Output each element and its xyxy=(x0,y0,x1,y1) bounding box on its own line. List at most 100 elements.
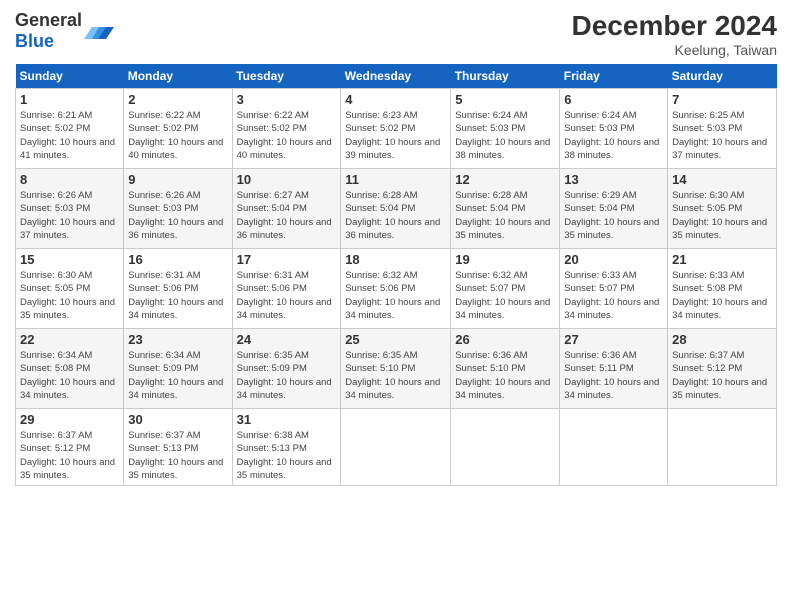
table-row: 13 Sunrise: 6:29 AMSunset: 5:04 PMDaylig… xyxy=(560,169,668,249)
day-info: Sunrise: 6:26 AMSunset: 5:03 PMDaylight:… xyxy=(20,190,115,241)
day-info: Sunrise: 6:37 AMSunset: 5:12 PMDaylight:… xyxy=(672,350,767,401)
day-number: 9 xyxy=(128,172,227,187)
table-row: 3 Sunrise: 6:22 AMSunset: 5:02 PMDayligh… xyxy=(232,89,341,169)
table-row: 1 Sunrise: 6:21 AMSunset: 5:02 PMDayligh… xyxy=(16,89,124,169)
day-info: Sunrise: 6:34 AMSunset: 5:09 PMDaylight:… xyxy=(128,350,223,401)
day-info: Sunrise: 6:35 AMSunset: 5:10 PMDaylight:… xyxy=(345,350,440,401)
day-info: Sunrise: 6:33 AMSunset: 5:07 PMDaylight:… xyxy=(564,270,659,321)
day-info: Sunrise: 6:30 AMSunset: 5:05 PMDaylight:… xyxy=(20,270,115,321)
day-info: Sunrise: 6:33 AMSunset: 5:08 PMDaylight:… xyxy=(672,270,767,321)
calendar-table: Sunday Monday Tuesday Wednesday Thursday… xyxy=(15,64,777,486)
day-number: 8 xyxy=(20,172,119,187)
day-number: 26 xyxy=(455,332,555,347)
day-info: Sunrise: 6:32 AMSunset: 5:06 PMDaylight:… xyxy=(345,270,440,321)
logo-text: General Blue xyxy=(15,10,82,52)
logo-icon xyxy=(84,19,114,43)
day-number: 14 xyxy=(672,172,772,187)
day-number: 3 xyxy=(237,92,337,107)
title-block: December 2024 Keelung, Taiwan xyxy=(572,10,777,58)
table-row: 21 Sunrise: 6:33 AMSunset: 5:08 PMDaylig… xyxy=(668,249,777,329)
day-info: Sunrise: 6:37 AMSunset: 5:13 PMDaylight:… xyxy=(128,430,223,481)
calendar-header-row: Sunday Monday Tuesday Wednesday Thursday… xyxy=(16,64,777,89)
table-row xyxy=(560,409,668,486)
day-number: 10 xyxy=(237,172,337,187)
table-row: 28 Sunrise: 6:37 AMSunset: 5:12 PMDaylig… xyxy=(668,329,777,409)
day-info: Sunrise: 6:28 AMSunset: 5:04 PMDaylight:… xyxy=(455,190,550,241)
day-number: 5 xyxy=(455,92,555,107)
day-number: 25 xyxy=(345,332,446,347)
table-row: 10 Sunrise: 6:27 AMSunset: 5:04 PMDaylig… xyxy=(232,169,341,249)
day-number: 23 xyxy=(128,332,227,347)
table-row: 5 Sunrise: 6:24 AMSunset: 5:03 PMDayligh… xyxy=(451,89,560,169)
day-info: Sunrise: 6:24 AMSunset: 5:03 PMDaylight:… xyxy=(455,110,550,161)
day-info: Sunrise: 6:26 AMSunset: 5:03 PMDaylight:… xyxy=(128,190,223,241)
table-row: 9 Sunrise: 6:26 AMSunset: 5:03 PMDayligh… xyxy=(124,169,232,249)
day-number: 2 xyxy=(128,92,227,107)
day-number: 30 xyxy=(128,412,227,427)
day-number: 28 xyxy=(672,332,772,347)
table-row: 25 Sunrise: 6:35 AMSunset: 5:10 PMDaylig… xyxy=(341,329,451,409)
day-info: Sunrise: 6:25 AMSunset: 5:03 PMDaylight:… xyxy=(672,110,767,161)
header-wednesday: Wednesday xyxy=(341,64,451,89)
day-number: 20 xyxy=(564,252,663,267)
header-thursday: Thursday xyxy=(451,64,560,89)
day-info: Sunrise: 6:36 AMSunset: 5:10 PMDaylight:… xyxy=(455,350,550,401)
calendar-container: General Blue December 2024 Keelung, Taiw… xyxy=(0,0,792,496)
table-row: 24 Sunrise: 6:35 AMSunset: 5:09 PMDaylig… xyxy=(232,329,341,409)
table-row: 12 Sunrise: 6:28 AMSunset: 5:04 PMDaylig… xyxy=(451,169,560,249)
day-info: Sunrise: 6:35 AMSunset: 5:09 PMDaylight:… xyxy=(237,350,332,401)
day-info: Sunrise: 6:38 AMSunset: 5:13 PMDaylight:… xyxy=(237,430,332,481)
table-row: 4 Sunrise: 6:23 AMSunset: 5:02 PMDayligh… xyxy=(341,89,451,169)
table-row: 18 Sunrise: 6:32 AMSunset: 5:06 PMDaylig… xyxy=(341,249,451,329)
day-number: 31 xyxy=(237,412,337,427)
table-row xyxy=(341,409,451,486)
header: General Blue December 2024 Keelung, Taiw… xyxy=(15,10,777,58)
table-row: 20 Sunrise: 6:33 AMSunset: 5:07 PMDaylig… xyxy=(560,249,668,329)
table-row: 2 Sunrise: 6:22 AMSunset: 5:02 PMDayligh… xyxy=(124,89,232,169)
day-info: Sunrise: 6:31 AMSunset: 5:06 PMDaylight:… xyxy=(128,270,223,321)
day-number: 7 xyxy=(672,92,772,107)
day-info: Sunrise: 6:36 AMSunset: 5:11 PMDaylight:… xyxy=(564,350,659,401)
table-row: 8 Sunrise: 6:26 AMSunset: 5:03 PMDayligh… xyxy=(16,169,124,249)
location: Keelung, Taiwan xyxy=(572,42,777,58)
day-number: 27 xyxy=(564,332,663,347)
day-info: Sunrise: 6:24 AMSunset: 5:03 PMDaylight:… xyxy=(564,110,659,161)
day-info: Sunrise: 6:23 AMSunset: 5:02 PMDaylight:… xyxy=(345,110,440,161)
table-row: 14 Sunrise: 6:30 AMSunset: 5:05 PMDaylig… xyxy=(668,169,777,249)
header-tuesday: Tuesday xyxy=(232,64,341,89)
table-row: 30 Sunrise: 6:37 AMSunset: 5:13 PMDaylig… xyxy=(124,409,232,486)
table-row: 23 Sunrise: 6:34 AMSunset: 5:09 PMDaylig… xyxy=(124,329,232,409)
day-number: 11 xyxy=(345,172,446,187)
day-number: 24 xyxy=(237,332,337,347)
day-number: 1 xyxy=(20,92,119,107)
day-number: 4 xyxy=(345,92,446,107)
day-info: Sunrise: 6:21 AMSunset: 5:02 PMDaylight:… xyxy=(20,110,115,161)
day-number: 17 xyxy=(237,252,337,267)
day-number: 19 xyxy=(455,252,555,267)
table-row: 26 Sunrise: 6:36 AMSunset: 5:10 PMDaylig… xyxy=(451,329,560,409)
table-row xyxy=(451,409,560,486)
header-sunday: Sunday xyxy=(16,64,124,89)
table-row: 22 Sunrise: 6:34 AMSunset: 5:08 PMDaylig… xyxy=(16,329,124,409)
month-title: December 2024 xyxy=(572,10,777,42)
day-number: 6 xyxy=(564,92,663,107)
table-row: 7 Sunrise: 6:25 AMSunset: 5:03 PMDayligh… xyxy=(668,89,777,169)
table-row xyxy=(668,409,777,486)
day-number: 22 xyxy=(20,332,119,347)
table-row: 27 Sunrise: 6:36 AMSunset: 5:11 PMDaylig… xyxy=(560,329,668,409)
table-row: 15 Sunrise: 6:30 AMSunset: 5:05 PMDaylig… xyxy=(16,249,124,329)
header-saturday: Saturday xyxy=(668,64,777,89)
day-number: 18 xyxy=(345,252,446,267)
day-info: Sunrise: 6:32 AMSunset: 5:07 PMDaylight:… xyxy=(455,270,550,321)
table-row: 16 Sunrise: 6:31 AMSunset: 5:06 PMDaylig… xyxy=(124,249,232,329)
table-row: 31 Sunrise: 6:38 AMSunset: 5:13 PMDaylig… xyxy=(232,409,341,486)
day-info: Sunrise: 6:22 AMSunset: 5:02 PMDaylight:… xyxy=(237,110,332,161)
day-info: Sunrise: 6:27 AMSunset: 5:04 PMDaylight:… xyxy=(237,190,332,241)
day-number: 12 xyxy=(455,172,555,187)
day-number: 16 xyxy=(128,252,227,267)
day-info: Sunrise: 6:31 AMSunset: 5:06 PMDaylight:… xyxy=(237,270,332,321)
day-number: 29 xyxy=(20,412,119,427)
table-row: 19 Sunrise: 6:32 AMSunset: 5:07 PMDaylig… xyxy=(451,249,560,329)
day-info: Sunrise: 6:30 AMSunset: 5:05 PMDaylight:… xyxy=(672,190,767,241)
table-row: 6 Sunrise: 6:24 AMSunset: 5:03 PMDayligh… xyxy=(560,89,668,169)
